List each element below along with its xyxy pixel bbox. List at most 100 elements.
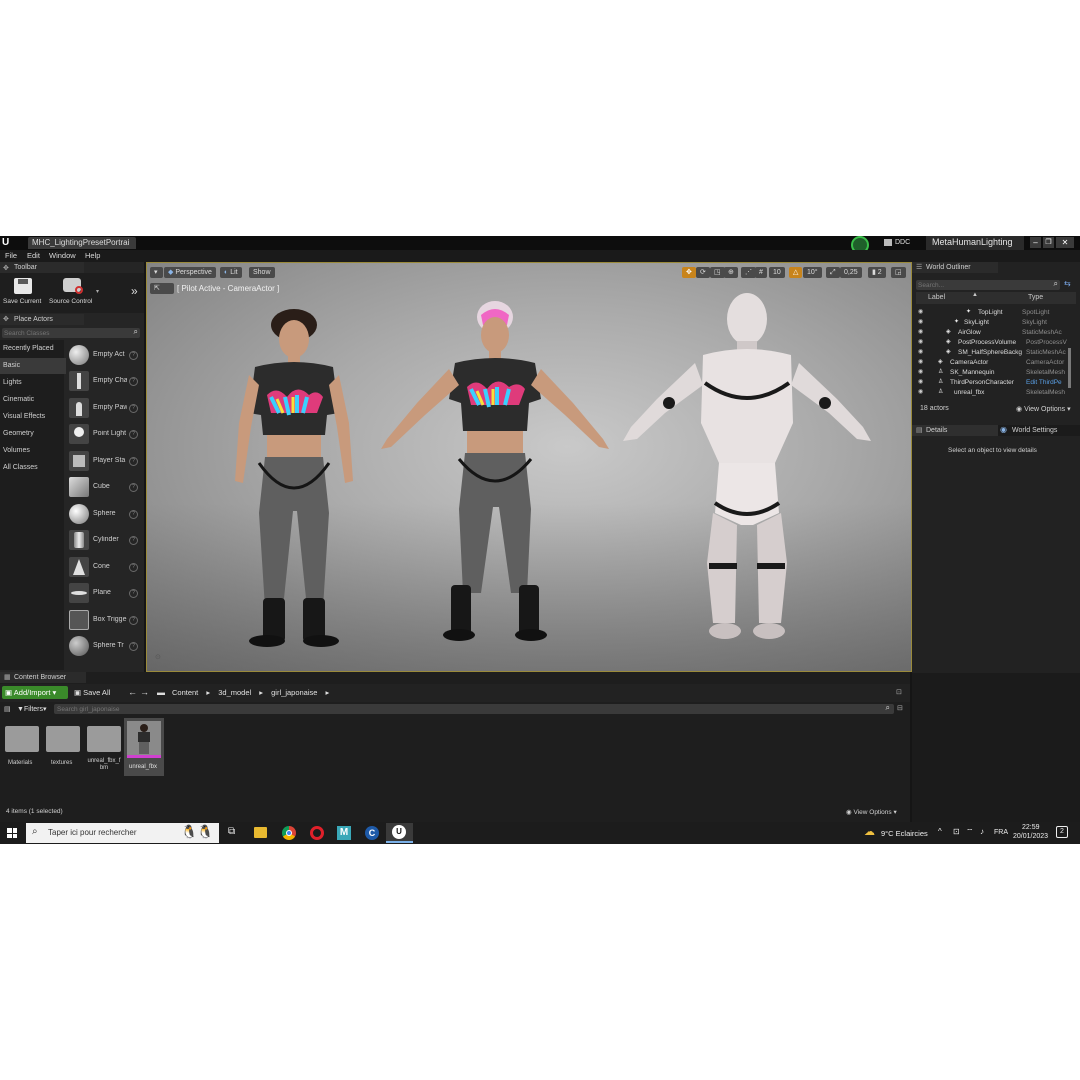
actor-item[interactable]: Box Trigge? bbox=[66, 607, 140, 633]
eye-icon[interactable]: ◉ bbox=[918, 338, 923, 345]
help-icon[interactable]: ? bbox=[129, 563, 138, 572]
eye-icon[interactable]: ◉ bbox=[918, 378, 923, 385]
content-browser-tab[interactable]: Content Browser bbox=[0, 672, 86, 683]
help-icon[interactable]: ? bbox=[129, 430, 138, 439]
breadcrumb-girl-japonaise[interactable]: girl_japonaise bbox=[271, 688, 317, 697]
eye-icon[interactable]: ◉ bbox=[918, 328, 923, 335]
outliner-scrollbar[interactable] bbox=[1068, 348, 1071, 388]
place-actors-search[interactable]: ⌕ bbox=[2, 327, 140, 338]
help-icon[interactable]: ? bbox=[129, 377, 138, 386]
breadcrumb-content[interactable]: Content bbox=[172, 688, 198, 697]
weather-icon[interactable]: ☁ bbox=[864, 825, 875, 838]
help-icon[interactable]: ? bbox=[129, 510, 138, 519]
outliner-search-input[interactable] bbox=[918, 280, 1046, 290]
unreal-logo-icon[interactable]: U bbox=[2, 237, 14, 249]
ddc-icon[interactable] bbox=[884, 239, 892, 246]
category-recently-placed[interactable]: Recently Placed bbox=[0, 341, 66, 357]
class-search-input[interactable] bbox=[4, 328, 124, 338]
eye-icon[interactable]: ◉ bbox=[918, 388, 923, 395]
category-volumes[interactable]: Volumes bbox=[0, 443, 66, 459]
category-all-classes[interactable]: All Classes bbox=[0, 460, 66, 476]
save-current-button[interactable]: Save Current bbox=[2, 276, 46, 310]
edit-blueprint-link[interactable]: Edit ThirdPe bbox=[1026, 379, 1062, 386]
taskbar-search-box[interactable]: ⌕ Taper ici pour rechercher 🐧🐧 bbox=[26, 823, 219, 843]
level-tab[interactable]: MHC_LightingPresetPortrai bbox=[28, 237, 136, 249]
save-all-button[interactable]: ▣ Save All bbox=[74, 688, 110, 697]
outliner-row[interactable]: ◉ ◈ PostProcessVolume PostProcessV bbox=[916, 338, 1076, 348]
help-icon[interactable]: ? bbox=[129, 589, 138, 598]
weather-text[interactable]: 9°C Eclaircies bbox=[881, 829, 928, 838]
chevron-up-icon[interactable]: ^ bbox=[938, 827, 942, 836]
outliner-row[interactable]: ◉ ♙ unreal_fbx SkeletalMesh bbox=[916, 388, 1076, 398]
actor-item[interactable]: Player Sta? bbox=[66, 448, 140, 474]
level-viewport[interactable]: ▾ ◆ Perspective ◐ Lit Show ⇱ [ Pilot Act… bbox=[146, 262, 912, 672]
minimize-button[interactable]: – bbox=[1030, 237, 1041, 248]
actor-item[interactable]: Cube? bbox=[66, 474, 140, 500]
outliner-row[interactable]: ◉ ♙ ThirdPersonCharacter Edit ThirdPe bbox=[916, 378, 1076, 388]
menu-help[interactable]: Help bbox=[85, 251, 100, 260]
help-icon[interactable]: ? bbox=[129, 536, 138, 545]
eye-icon[interactable]: ◉ bbox=[918, 368, 923, 375]
actor-item[interactable]: Point Light? bbox=[66, 421, 140, 447]
filters-button[interactable]: ▼Filters▾ bbox=[17, 705, 47, 713]
asset-search[interactable]: ⌕ bbox=[54, 703, 894, 714]
source-control-button[interactable]: Source Control bbox=[48, 276, 96, 310]
wifi-icon[interactable]: ⌔ bbox=[966, 827, 974, 837]
source-control-dropdown-icon[interactable]: ▾ bbox=[96, 288, 99, 295]
unreal-taskbar-icon[interactable]: U bbox=[386, 823, 413, 843]
breadcrumb-3d-model[interactable]: 3d_model bbox=[218, 688, 251, 697]
opera-icon[interactable] bbox=[310, 826, 324, 840]
outliner-row[interactable]: ◉ ✦ TopLight SpotLight bbox=[916, 308, 1076, 318]
eye-icon[interactable]: ◉ bbox=[918, 358, 923, 365]
help-icon[interactable]: ? bbox=[129, 616, 138, 625]
actor-item[interactable]: Sphere Tr? bbox=[66, 633, 140, 659]
world-settings-tab[interactable]: World Settings bbox=[998, 425, 1080, 436]
notification-center-icon[interactable]: 2 bbox=[1056, 826, 1068, 838]
language-indicator[interactable]: FRA bbox=[994, 829, 1008, 836]
asset-search-input[interactable] bbox=[57, 704, 857, 714]
help-icon[interactable]: ? bbox=[129, 404, 138, 413]
category-basic[interactable]: Basic bbox=[0, 358, 66, 374]
column-type[interactable]: Type bbox=[1028, 294, 1043, 301]
sources-toggle-icon[interactable]: ▤ bbox=[4, 705, 11, 713]
actor-item[interactable]: Empty Act? bbox=[66, 342, 140, 368]
cinema-app-icon[interactable]: C bbox=[365, 826, 379, 840]
menu-window[interactable]: Window bbox=[49, 251, 76, 260]
asset-tile[interactable]: Materials bbox=[4, 718, 40, 774]
actor-item[interactable]: Cylinder? bbox=[66, 527, 140, 553]
asset-tile-selected[interactable]: unreal_fbx bbox=[124, 718, 164, 776]
help-icon[interactable]: ? bbox=[129, 483, 138, 492]
task-view-icon[interactable]: ⧉ bbox=[228, 826, 235, 837]
file-explorer-icon[interactable] bbox=[254, 827, 267, 838]
world-outliner-tab[interactable]: World Outliner bbox=[912, 262, 998, 273]
actor-item[interactable]: Empty Paw? bbox=[66, 395, 140, 421]
asset-tile[interactable]: textures bbox=[45, 718, 81, 774]
help-icon[interactable]: ? bbox=[129, 351, 138, 360]
category-geometry[interactable]: Geometry bbox=[0, 426, 66, 442]
category-lights[interactable]: Lights bbox=[0, 375, 66, 391]
expand-toolbar-icon[interactable]: » bbox=[131, 284, 138, 298]
outliner-search[interactable]: ⌕ bbox=[916, 279, 1060, 290]
maximize-button[interactable]: ❐ bbox=[1043, 237, 1054, 248]
details-tab[interactable]: Details bbox=[912, 425, 998, 436]
outliner-row[interactable]: ◉ ◈ AirGlow StaticMeshAc bbox=[916, 328, 1076, 338]
view-options-button[interactable]: ◉ View Options ▾ bbox=[1016, 405, 1071, 413]
actor-item[interactable]: Empty Cha? bbox=[66, 368, 140, 394]
add-import-button[interactable]: ▣ Add/Import ▾ bbox=[2, 686, 68, 699]
outliner-row[interactable]: ◉ ✦ SkyLight SkyLight bbox=[916, 318, 1076, 328]
clock-time[interactable]: 22:59 bbox=[1022, 824, 1040, 831]
close-button[interactable]: ✕ bbox=[1056, 237, 1074, 248]
back-arrow-icon[interactable]: ← bbox=[128, 687, 137, 697]
eye-icon[interactable]: ◉ bbox=[918, 308, 923, 315]
maya-icon[interactable]: M bbox=[337, 826, 351, 840]
outliner-settings-icon[interactable]: ⇆ bbox=[1064, 279, 1071, 288]
toolbar-tab[interactable]: Toolbar bbox=[0, 262, 84, 273]
help-icon[interactable]: ? bbox=[129, 457, 138, 466]
clock-date[interactable]: 20/01/2023 bbox=[1013, 833, 1048, 840]
windows-start-icon[interactable] bbox=[7, 828, 17, 838]
eye-icon[interactable]: ◉ bbox=[918, 318, 923, 325]
eye-icon[interactable]: ◉ bbox=[918, 348, 923, 355]
forward-arrow-icon[interactable]: → bbox=[140, 687, 149, 697]
outliner-row[interactable]: ◉ ◈ SM_HalfSphereBackg StaticMeshAc bbox=[916, 348, 1076, 358]
outliner-row[interactable]: ◉ ♙ SK_Mannequin SkeletalMesh bbox=[916, 368, 1076, 378]
